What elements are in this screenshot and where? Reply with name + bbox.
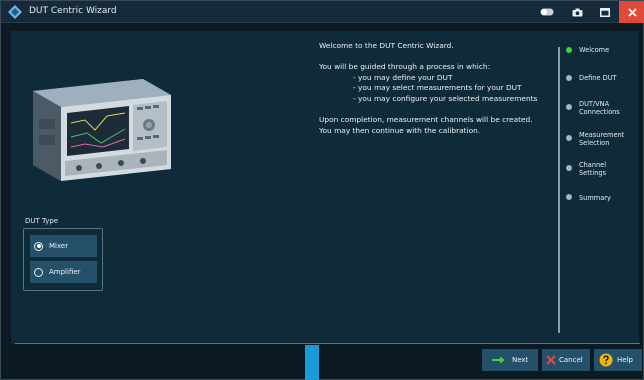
screenshot-button[interactable]	[563, 1, 591, 23]
welcome-completion: Upon completion, measurement channels wi…	[319, 114, 533, 124]
welcome-text: Welcome to the DUT Centric Wizard. You w…	[319, 41, 559, 136]
step-dot-connections	[566, 104, 572, 110]
cancel-button[interactable]: Cancel	[542, 349, 590, 371]
title-bar: DUT Centric Wizard	[1, 1, 644, 23]
step-dot-channel-settings	[566, 165, 572, 171]
step-define-dut[interactable]: Define DUT	[579, 74, 617, 82]
step-track	[558, 47, 560, 333]
close-button[interactable]	[619, 1, 644, 23]
step-label: Summary	[579, 194, 611, 202]
arrow-right-icon	[492, 356, 505, 364]
toggle-icon	[540, 8, 554, 16]
step-dot-measurement-selection	[566, 135, 572, 141]
help-icon	[599, 353, 613, 367]
dut-type-label: DUT Type	[25, 217, 59, 225]
vna-device-image	[33, 79, 171, 181]
step-label: DUT/VNA	[579, 100, 610, 108]
help-button[interactable]: Help	[594, 349, 642, 371]
welcome-intro: You will be guided through a process in …	[319, 62, 491, 72]
dut-type-mixer-option[interactable]: Mixer	[30, 235, 97, 257]
dut-type-amplifier-option[interactable]: Amplifier	[30, 261, 97, 283]
step-label: Channel	[579, 161, 607, 169]
step-welcome[interactable]: Welcome	[579, 46, 609, 54]
next-button[interactable]: Next	[482, 349, 538, 371]
toggle-button[interactable]	[533, 1, 561, 23]
step-channel-settings[interactable]: Channel Settings	[579, 161, 606, 177]
step-dot-welcome	[566, 47, 572, 53]
progress-indicator	[305, 345, 319, 380]
footer-divider	[15, 343, 640, 344]
step-dot-define-dut	[566, 75, 572, 81]
radio-selected-icon	[34, 241, 43, 251]
welcome-completion: You may then continue with the calibrati…	[319, 125, 481, 135]
next-label: Next	[512, 356, 529, 364]
step-measurement-selection[interactable]: Measurement Selection	[579, 131, 624, 147]
dut-type-mixer-label: Mixer	[49, 242, 69, 250]
step-connections[interactable]: DUT/VNA Connections	[579, 100, 620, 116]
cancel-label: Cancel	[559, 356, 583, 364]
maximize-button[interactable]	[591, 1, 619, 23]
close-icon	[627, 7, 637, 17]
wizard-content: DUT Type Mixer Amplifier Welcome to the …	[11, 31, 639, 344]
welcome-heading: Welcome to the DUT Centric Wizard.	[319, 41, 454, 50]
welcome-item: - you may define your DUT	[353, 72, 453, 82]
step-label: Selection	[579, 139, 610, 147]
rs-logo-icon	[8, 5, 22, 19]
step-label: Define DUT	[579, 74, 617, 82]
step-summary[interactable]: Summary	[579, 194, 611, 202]
radio-unselected-icon	[34, 267, 43, 277]
maximize-icon	[600, 7, 610, 17]
step-label: Settings	[579, 169, 607, 177]
step-label: Welcome	[579, 46, 610, 54]
wizard-window: DUT Centric Wizard DUT Type Mixer Amplif…	[0, 0, 644, 380]
window-title: DUT Centric Wizard	[29, 6, 117, 16]
dut-type-amplifier-label: Amplifier	[49, 268, 81, 276]
camera-icon	[572, 8, 582, 16]
dut-type-group: Mixer Amplifier	[23, 228, 103, 291]
welcome-item: - you may configure your selected measur…	[353, 93, 538, 103]
cancel-x-icon	[546, 355, 556, 365]
step-dot-summary	[566, 194, 572, 200]
step-label: Measurement	[579, 131, 625, 139]
help-label: Help	[617, 356, 633, 364]
welcome-item: - you may select measurements for your D…	[353, 83, 522, 93]
step-label: Connections	[579, 108, 620, 116]
